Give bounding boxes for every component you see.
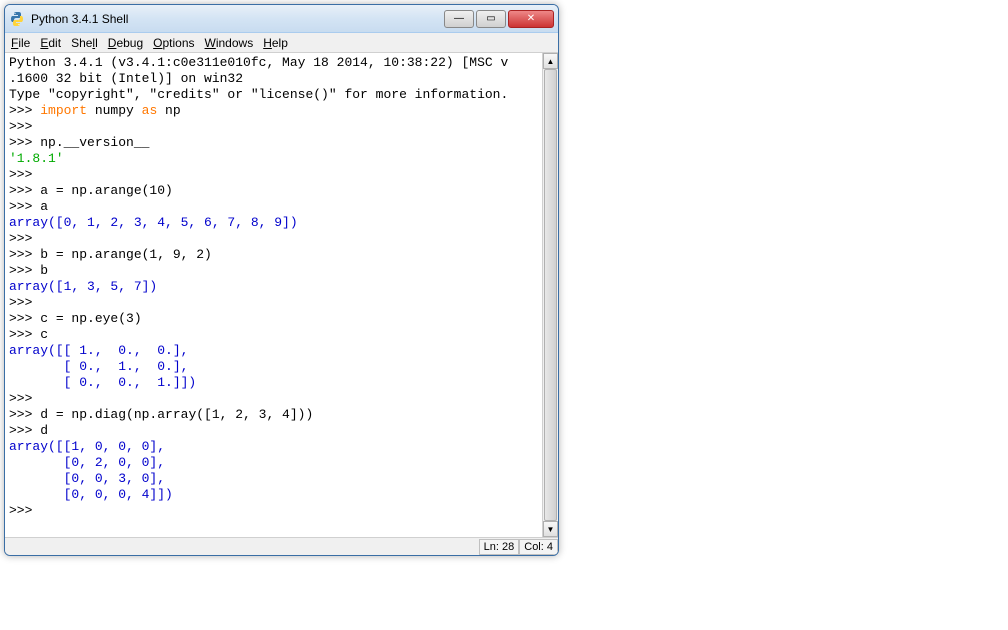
kw-import: import [40,103,87,118]
statusbar: Ln: 28 Col: 4 [5,537,558,555]
banner-line: Python 3.4.1 (v3.4.1:c0e311e010fc, May 1… [9,55,508,70]
prompt: >>> [9,247,40,262]
output-repr: array([0, 1, 2, 3, 4, 5, 6, 7, 8, 9]) [9,215,298,230]
code-text: b [40,263,48,278]
code-text: np.__version__ [40,135,149,150]
output-str: '1.8.1' [9,151,64,166]
prompt: >>> [9,135,40,150]
shell-text[interactable]: Python 3.4.1 (v3.4.1:c0e311e010fc, May 1… [5,53,542,537]
status-col: Col: 4 [519,539,558,555]
output-repr: [ 0., 1., 0.], [9,359,188,374]
prompt: >>> [9,423,40,438]
scroll-thumb[interactable] [544,69,557,521]
menu-shell[interactable]: Shell [71,36,98,50]
menu-options[interactable]: Options [153,36,194,50]
window-title: Python 3.4.1 Shell [31,12,444,26]
prompt: >>> [9,199,40,214]
code-text: b = np.arange(1, 9, 2) [40,247,212,262]
banner-line: .1600 32 bit (Intel)] on win32 [9,71,243,86]
titlebar[interactable]: Python 3.4.1 Shell — ▭ ✕ [5,5,558,33]
maximize-button[interactable]: ▭ [476,10,506,28]
prompt: >>> [9,167,40,182]
kw-as: as [142,103,158,118]
menu-file[interactable]: File [11,36,30,50]
code-text: d = np.diag(np.array([1, 2, 3, 4])) [40,407,313,422]
code-text: c = np.eye(3) [40,311,141,326]
output-repr: array([1, 3, 5, 7]) [9,279,157,294]
status-line: Ln: 28 [479,539,520,555]
minimize-icon: — [454,13,464,24]
code-text: np [157,103,180,118]
output-repr: array([[ 1., 0., 0.], [9,343,188,358]
output-repr: array([[1, 0, 0, 0], [9,439,165,454]
chevron-down-icon: ▼ [547,525,555,534]
idle-window: Python 3.4.1 Shell — ▭ ✕ File Edit Shell… [4,4,559,556]
code-text: numpy [87,103,142,118]
maximize-icon: ▭ [486,13,495,24]
output-repr: [0, 2, 0, 0], [9,455,165,470]
scroll-track[interactable] [543,69,558,521]
prompt: >>> [9,407,40,422]
scroll-up-button[interactable]: ▲ [543,53,558,69]
code-text: c [40,327,48,342]
prompt: >>> [9,295,40,310]
prompt: >>> [9,391,40,406]
code-text: a = np.arange(10) [40,183,173,198]
prompt: >>> [9,311,40,326]
window-controls: — ▭ ✕ [444,10,554,28]
code-text: d [40,423,48,438]
prompt: >>> [9,503,40,518]
output-repr: [0, 0, 3, 0], [9,471,165,486]
output-repr: [ 0., 0., 1.]]) [9,375,196,390]
menu-windows[interactable]: Windows [205,36,254,50]
banner-line: Type "copyright", "credits" or "license(… [9,87,508,102]
prompt: >>> [9,263,40,278]
scroll-down-button[interactable]: ▼ [543,521,558,537]
close-icon: ✕ [527,13,535,24]
prompt: >>> [9,183,40,198]
menubar: File Edit Shell Debug Options Windows He… [5,33,558,53]
code-text: a [40,199,48,214]
menu-edit[interactable]: Edit [40,36,61,50]
close-button[interactable]: ✕ [508,10,554,28]
python-icon [9,11,25,27]
vertical-scrollbar[interactable]: ▲ ▼ [542,53,558,537]
prompt: >>> [9,327,40,342]
content-area: Python 3.4.1 (v3.4.1:c0e311e010fc, May 1… [5,53,558,537]
menu-help[interactable]: Help [263,36,288,50]
menu-debug[interactable]: Debug [108,36,143,50]
minimize-button[interactable]: — [444,10,474,28]
output-repr: [0, 0, 0, 4]]) [9,487,173,502]
chevron-up-icon: ▲ [547,57,555,66]
prompt: >>> [9,103,40,118]
prompt: >>> [9,119,40,134]
prompt: >>> [9,231,40,246]
